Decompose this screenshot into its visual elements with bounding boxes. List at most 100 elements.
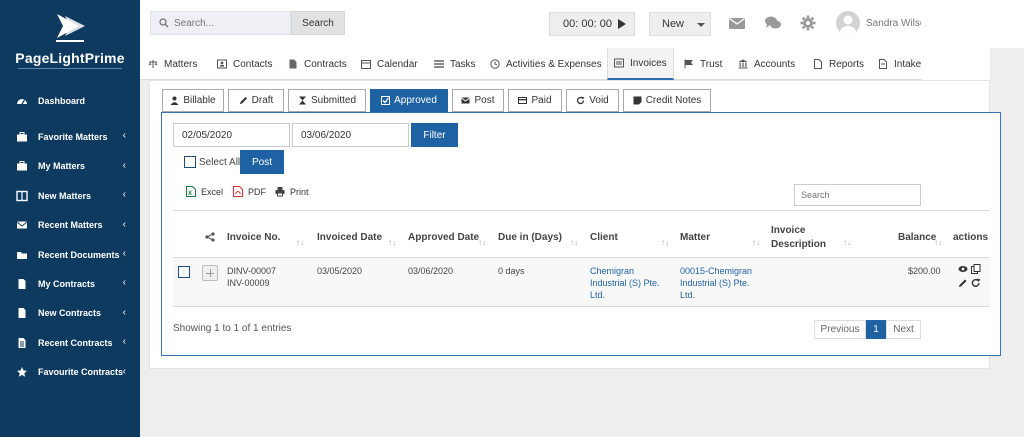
tab-label: Contracts — [304, 58, 347, 70]
export-print-button[interactable]: Print — [275, 186, 309, 197]
select-all-control[interactable]: Select All — [184, 156, 240, 168]
cell-matter-link-3[interactable]: Ltd. — [680, 289, 695, 301]
sidebar-item-recent-contracts[interactable]: Recent Contracts ‹ — [0, 328, 140, 357]
time-tracker[interactable]: 00: 00: 00 — [549, 12, 635, 36]
sort-icon[interactable]: ↑↓ — [478, 238, 486, 247]
sidebar-item-favorite-matters[interactable]: Favorite Matters ‹ — [0, 122, 140, 151]
sort-icon[interactable]: ↑↓ — [296, 238, 304, 247]
subtab-submitted[interactable]: Submitted — [288, 89, 366, 112]
tab-contracts[interactable]: Contracts — [288, 48, 347, 80]
cell-client-link-2[interactable]: Industrial (S) Pte. — [590, 277, 660, 289]
tab-matters[interactable]: Matters — [148, 48, 197, 80]
from-date-input[interactable] — [173, 123, 290, 147]
sidebar-item-new-matters[interactable]: New Matters ‹ — [0, 181, 140, 210]
tab-tasks[interactable]: Tasks — [434, 48, 476, 80]
eye-icon[interactable] — [958, 265, 968, 273]
column-header-client[interactable]: Client — [590, 232, 618, 243]
refresh-icon[interactable] — [971, 278, 981, 288]
gear-icon[interactable] — [799, 14, 817, 32]
share-icon[interactable] — [205, 232, 215, 242]
column-header-invoice-label[interactable]: Invoice — [771, 225, 805, 236]
export-excel-button[interactable]: X Excel — [186, 186, 223, 197]
copy-icon[interactable] — [971, 264, 981, 274]
subtab-paid[interactable]: Paid — [508, 89, 562, 112]
sidebar-item-favourite-contracts[interactable]: Favourite Contracts ‹ — [0, 358, 140, 387]
sidebar-item-dashboard[interactable]: Dashboard — [0, 86, 140, 115]
cell-matter-link-2[interactable]: Industrial (S) Pte. — [680, 277, 750, 289]
row-checkbox[interactable] — [178, 266, 190, 278]
subtab-post[interactable]: Post — [452, 89, 504, 112]
filter-button[interactable]: Filter — [411, 123, 458, 147]
mail-icon[interactable] — [728, 14, 746, 32]
subtab-credit-notes[interactable]: Credit Notes — [623, 89, 711, 112]
printer-icon — [275, 187, 285, 197]
cell-client-link-1[interactable]: Chemigran — [590, 265, 634, 277]
play-icon[interactable] — [618, 19, 626, 29]
tasks-icon — [434, 60, 444, 68]
subtab-billable[interactable]: Billable — [162, 89, 224, 112]
column-header-invoice-no[interactable]: Invoice No. — [227, 232, 280, 243]
calendar-icon — [361, 60, 371, 69]
sidebar-item-my-matters[interactable]: My Matters ‹ — [0, 152, 140, 181]
pagination-next[interactable]: Next — [886, 320, 921, 339]
header-overlay-strip — [922, 48, 990, 80]
app-logo[interactable]: PageLightPrime — [0, 10, 140, 69]
sidebar-item-recent-matters[interactable]: Recent Matters ‹ — [0, 211, 140, 240]
cell-matter-link-1[interactable]: 00015-Chemigran — [680, 265, 752, 277]
subtab-approved[interactable]: Approved — [370, 89, 448, 112]
global-search-field[interactable] — [150, 11, 291, 35]
tab-intake[interactable]: Intake — [878, 48, 921, 80]
dashboard-icon — [17, 98, 27, 105]
cell-client-link-3[interactable]: Ltd. — [590, 289, 605, 301]
expand-row-icon[interactable] — [202, 265, 218, 281]
table-search-input[interactable] — [794, 184, 921, 206]
column-header-balance[interactable]: Balance — [898, 232, 936, 243]
tab-activities-expenses[interactable]: Activities & Expenses — [490, 48, 602, 80]
column-header-matter[interactable]: Matter — [680, 232, 710, 243]
chevron-left-icon: ‹ — [122, 336, 126, 348]
column-header-description-label[interactable]: Description — [771, 239, 826, 250]
post-button[interactable]: Post — [240, 150, 284, 174]
sort-icon[interactable]: ↑↓ — [570, 238, 578, 247]
tab-trust[interactable]: Trust — [684, 48, 722, 80]
sidebar-nav: Dashboard Favorite Matters ‹ My Matters … — [0, 86, 140, 387]
tab-accounts[interactable]: Accounts — [738, 48, 795, 80]
tab-invoices[interactable]: Invoices — [607, 48, 674, 80]
tab-contacts[interactable]: Contacts — [217, 48, 272, 80]
subtab-label: Paid — [531, 95, 552, 106]
print-label: Print — [290, 186, 309, 197]
new-dropdown-button[interactable]: New — [649, 12, 711, 36]
sidebar-item-new-contracts[interactable]: New Contracts ‹ — [0, 299, 140, 328]
subtab-label: Void — [589, 95, 609, 106]
chat-icon[interactable] — [764, 14, 782, 32]
column-header-approved-date[interactable]: Approved Date — [408, 232, 479, 243]
tab-calendar[interactable]: Calendar — [361, 48, 418, 80]
subtab-draft[interactable]: Draft — [228, 89, 284, 112]
pagination-previous[interactable]: Previous — [814, 320, 866, 339]
select-all-checkbox[interactable] — [184, 156, 196, 168]
pagination-page-1[interactable]: 1 — [866, 320, 886, 339]
tab-reports[interactable]: Reports — [813, 48, 864, 80]
sort-icon[interactable]: ↑↓ — [843, 238, 851, 247]
sidebar-item-label: Favourite Contracts — [38, 367, 124, 378]
bank-icon — [738, 59, 748, 69]
export-pdf-button[interactable]: PDF — [233, 186, 266, 197]
tab-label: Intake — [894, 58, 922, 70]
column-header-due-days[interactable]: Due in (Days) — [498, 232, 562, 243]
sidebar-item-recent-documents[interactable]: Recent Documents ‹ — [0, 240, 140, 269]
global-search-input[interactable] — [174, 17, 284, 29]
sort-icon[interactable]: ↑↓ — [752, 238, 760, 247]
column-header-invoiced-date[interactable]: Invoiced Date — [317, 232, 382, 243]
sort-icon[interactable]: ↑↓ — [934, 238, 942, 247]
sort-icon[interactable]: ↑↓ — [388, 238, 396, 247]
edit-pencil-icon[interactable] — [958, 278, 968, 288]
sidebar-item-my-contracts[interactable]: My Contracts ‹ — [0, 269, 140, 298]
user-avatar[interactable] — [836, 11, 860, 35]
cell-invoice-no-2: INV-00009 — [227, 278, 270, 288]
sort-icon[interactable]: ↑↓ — [661, 238, 669, 247]
global-search-button[interactable]: Search — [291, 11, 345, 35]
to-date-input[interactable] — [292, 123, 409, 147]
subtab-void[interactable]: Void — [566, 89, 619, 112]
subtab-label: Billable — [183, 95, 216, 106]
sidebar-item-label: Recent Matters — [38, 220, 103, 231]
